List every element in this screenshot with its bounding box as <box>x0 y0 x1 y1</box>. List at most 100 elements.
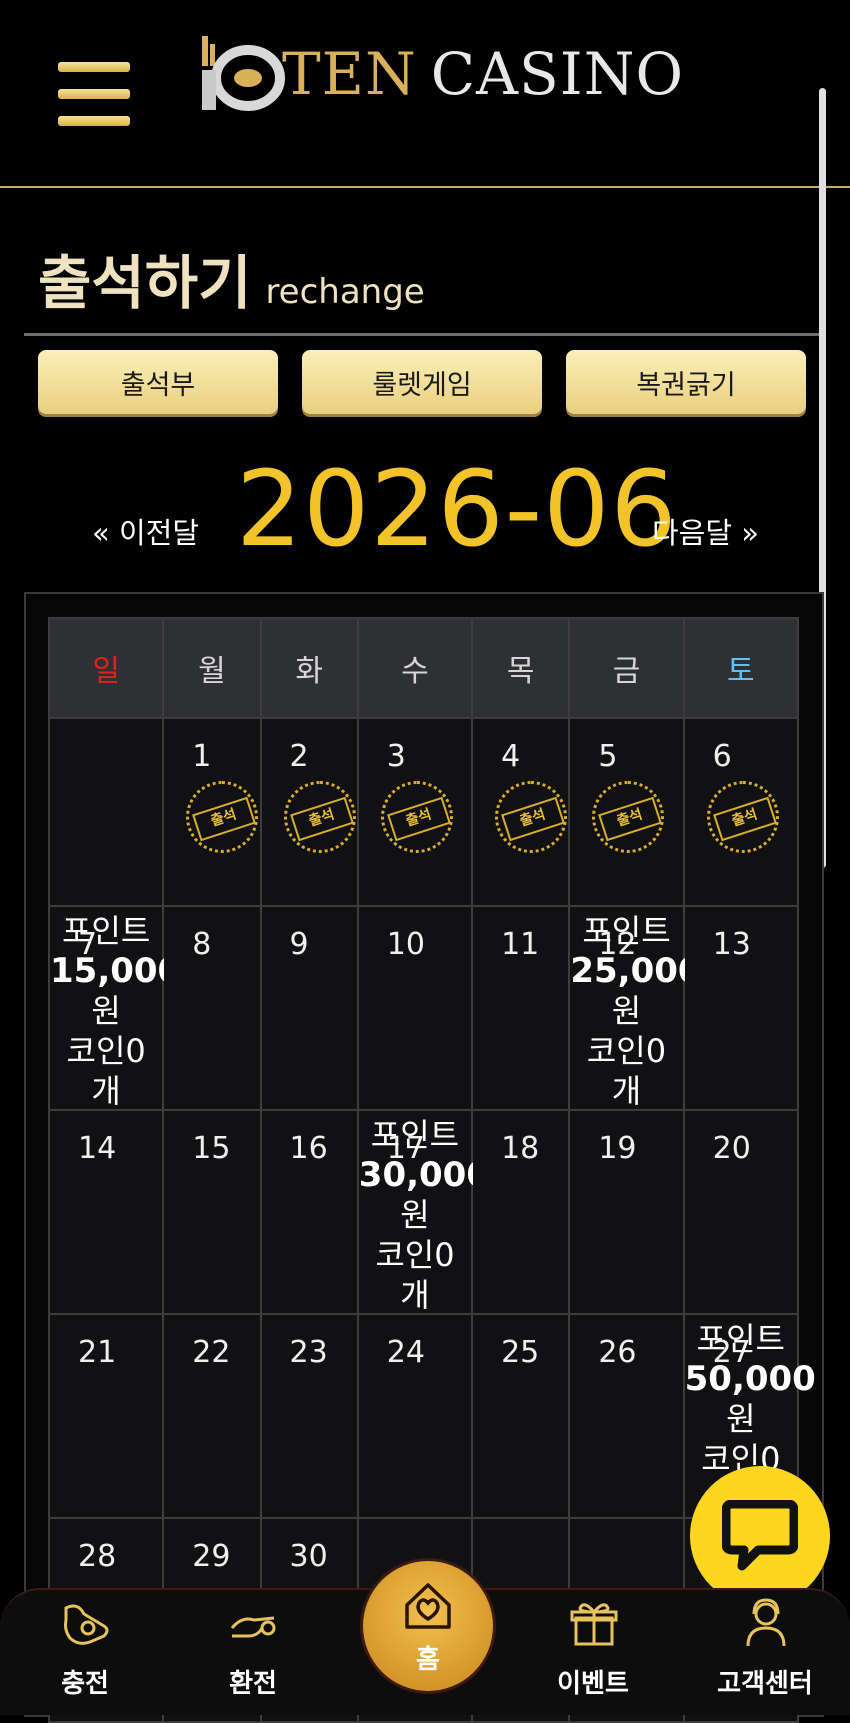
calendar-day-cell: 19 <box>568 1109 685 1315</box>
nav-withdraw[interactable]: 환전 <box>188 1590 318 1715</box>
attendance-stamp-text: 출석 <box>289 796 354 842</box>
calendar-day-cell: 17 포인트 30,000 원 코인0 개 <box>356 1109 490 1315</box>
calendar-day-cell: 3 출석 <box>356 717 474 907</box>
calendar-day-cell: 13 <box>682 905 800 1111</box>
day-number: 1 <box>192 739 212 774</box>
calendar-day-cell: 2 출석 <box>259 717 359 907</box>
calendar-day-cell: 8 <box>162 905 262 1111</box>
day-number: 11 <box>501 927 540 962</box>
app-header: TEN CASINO <box>0 0 850 188</box>
nav-deposit-label: 충전 <box>61 1669 109 1699</box>
reward-label: 포인트 <box>61 912 151 950</box>
home-heart-icon <box>405 1583 451 1629</box>
day-number: 9 <box>289 927 309 962</box>
day-number: 4 <box>501 739 521 774</box>
calendar-day-cell: 22 <box>162 1313 262 1519</box>
day-number: 25 <box>501 1335 540 1370</box>
prev-month-link[interactable]: « 이전달 <box>92 510 199 552</box>
logo-casino-text: CASINO <box>430 40 684 108</box>
day-number: 26 <box>598 1335 637 1370</box>
page-title-korean: 출석하기 <box>38 249 252 317</box>
logo-mark-icon <box>202 36 285 111</box>
withdraw-icon <box>230 1616 276 1638</box>
day-number: 30 <box>289 1539 328 1574</box>
weekday-header-row: 일 월 화 수 목 금 토 <box>47 617 800 719</box>
reward-coin-unit: 개 <box>611 1072 642 1110</box>
calendar-week-row: 21222324252627포인트50,000원코인0개 <box>47 1313 816 1519</box>
page-subtitle: rechange <box>265 272 425 312</box>
reward-amount: 15,000 <box>50 951 182 991</box>
ten-casino-logo[interactable]: TEN CASINO <box>196 30 683 120</box>
attendance-stamp-icon: 출석 <box>186 781 259 853</box>
reward-label: 포인트 <box>582 912 671 950</box>
reward-unit: 원 <box>611 992 642 1030</box>
page-title: 출석하기 rechange <box>38 236 425 320</box>
day-number: 2 <box>289 739 309 774</box>
attendance-stamp-icon: 출석 <box>380 781 453 853</box>
weekday-thu: 목 <box>471 617 571 719</box>
reward-amount: 30,000 <box>358 1155 490 1195</box>
day-number: 28 <box>78 1539 117 1574</box>
attendance-stamp-icon: 출석 <box>706 781 779 853</box>
reward-info: 포인트 30,000 원 코인0 개 <box>358 1115 490 1315</box>
calendar-day-cell: 6 출석 <box>682 717 800 907</box>
tab-lottery[interactable]: 복권긁기 <box>566 350 806 414</box>
day-number: 3 <box>386 739 406 774</box>
day-number: 29 <box>192 1539 231 1574</box>
calendar-day-cell: 24 <box>356 1313 474 1519</box>
day-number: 6 <box>712 739 732 774</box>
reward-info: 포인트 25,000 원 코인0 개 <box>570 911 701 1111</box>
calendar-day-cell: 5 출석 <box>568 717 685 907</box>
nav-support-label: 고객센터 <box>717 1669 813 1699</box>
calendar-day-cell: 15 <box>162 1109 262 1315</box>
nav-home-button[interactable]: 홈 <box>360 1558 496 1694</box>
nav-event[interactable]: 이벤트 <box>528 1590 658 1715</box>
calendar-day-cell: 9 <box>259 905 359 1111</box>
calendar-day-cell: 18 <box>471 1109 571 1315</box>
tab-attendance[interactable]: 출석부 <box>38 350 278 414</box>
calendar-day-cell: 20 <box>682 1109 800 1315</box>
nav-home-label: 홈 <box>416 1645 440 1675</box>
logo-ten-text: TEN <box>282 40 417 108</box>
day-number: 5 <box>598 739 618 774</box>
calendar-week-row: 7 포인트 15,000 원 코인0 개 8 9 10 11 12 포인트 25,000 원 코인0 개 13 <box>47 905 800 1111</box>
calendar-day-cell: 11 <box>471 905 571 1111</box>
calendar-day-cell: 12 포인트 25,000 원 코인0 개 <box>568 905 702 1111</box>
nav-withdraw-label: 환전 <box>229 1669 277 1699</box>
nav-support[interactable]: 고객센터 <box>700 1590 830 1715</box>
day-number: 24 <box>386 1335 425 1370</box>
tab-roulette[interactable]: 룰렛게임 <box>302 350 542 414</box>
gift-icon <box>570 1603 618 1646</box>
reward-unit: 원 <box>91 992 121 1030</box>
day-number: 14 <box>78 1131 117 1166</box>
weekday-wed: 수 <box>356 617 474 719</box>
reward-coin: 코인0 <box>586 1032 667 1070</box>
day-number: 18 <box>501 1131 540 1166</box>
reward-coin: 코인0 <box>375 1236 455 1274</box>
calendar-day-cell: 1 출석 <box>162 717 262 907</box>
day-number: 13 <box>712 927 751 962</box>
hamburger-menu-icon[interactable] <box>58 62 130 126</box>
nav-deposit[interactable]: 충전 <box>20 1590 150 1715</box>
day-number: 20 <box>712 1131 751 1166</box>
attendance-stamp-text: 출석 <box>712 796 777 842</box>
weekday-mon: 월 <box>162 617 262 719</box>
attendance-stamp-text: 출석 <box>386 796 451 842</box>
attendance-stamp-text: 출석 <box>192 796 257 842</box>
reward-unit: 원 <box>400 1196 430 1234</box>
reward-coin-unit: 개 <box>91 1072 121 1110</box>
title-divider <box>24 333 819 336</box>
current-month: 2026-06 <box>236 448 678 570</box>
chat-button[interactable] <box>690 1466 830 1606</box>
attendance-stamp-text: 출석 <box>598 796 663 842</box>
weekday-sun: 일 <box>47 617 165 719</box>
next-month-link[interactable]: 다음달 » <box>652 510 759 552</box>
reward-info: 포인트 15,000 원 코인0 개 <box>50 911 182 1111</box>
reward-coin: 코인0 <box>66 1032 146 1070</box>
weekday-tue: 화 <box>259 617 359 719</box>
weekday-sat: 토 <box>682 617 800 719</box>
reward-label: 포인트 <box>370 1116 460 1154</box>
reward-coin-unit: 개 <box>400 1276 430 1314</box>
calendar-day-cell <box>47 717 165 907</box>
calendar-week-row: 14 15 16 17 포인트 30,000 원 코인0 개 18 19 20 <box>47 1109 800 1315</box>
